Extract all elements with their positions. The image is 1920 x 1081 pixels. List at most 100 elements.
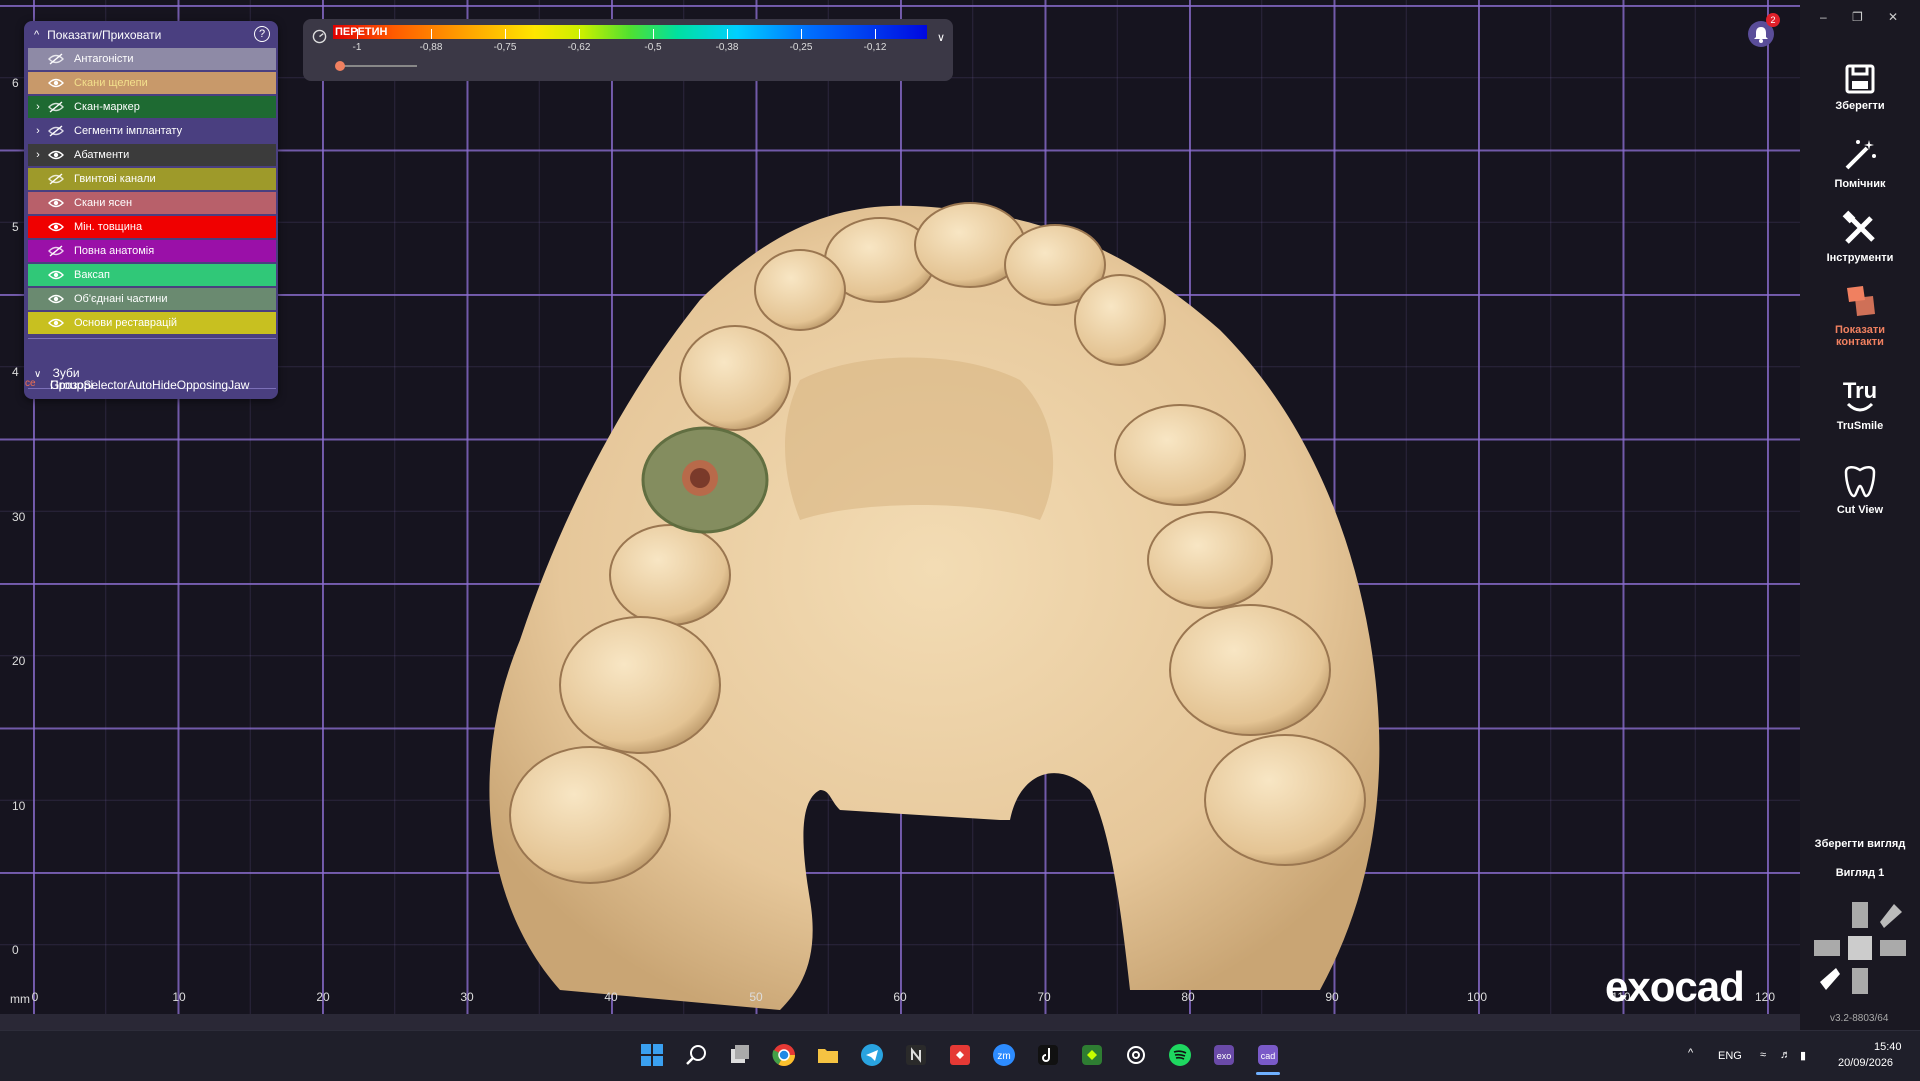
help-icon[interactable]: ? — [254, 26, 270, 42]
eye-off-icon[interactable] — [48, 125, 64, 137]
show-hide-header[interactable]: ^ Показати/Приховати ? — [24, 21, 278, 48]
layer-row[interactable]: Об'єднані частини — [28, 288, 276, 310]
navigation-cube[interactable] — [1810, 898, 1910, 998]
nav-front[interactable] — [1848, 936, 1872, 960]
layer-row[interactable]: Повна анатомія — [28, 240, 276, 262]
svg-text:Tru: Tru — [1843, 378, 1877, 403]
file-explorer-icon[interactable] — [816, 1043, 840, 1067]
chevron-right-icon[interactable]: › — [28, 125, 48, 137]
y-tick: 0 — [12, 943, 19, 957]
chevron-right-icon[interactable]: › — [28, 149, 48, 161]
assistant-button[interactable]: Помічник — [1800, 136, 1920, 190]
tools-button[interactable]: Інструменти — [1800, 210, 1920, 264]
cut-view-label: Cut View — [1836, 504, 1884, 516]
viewport-bottom-strip — [0, 1014, 1800, 1030]
dentalcad-app-icon[interactable]: cad — [1256, 1043, 1280, 1067]
save-button[interactable]: Зберегти — [1800, 62, 1920, 112]
eye-icon[interactable] — [48, 77, 64, 89]
clock-date[interactable]: 20/09/2026 — [1838, 1057, 1893, 1069]
notion-icon[interactable] — [904, 1043, 928, 1067]
layer-row[interactable]: Скани щелепи — [28, 72, 276, 94]
nav-bottom[interactable] — [1852, 968, 1868, 994]
save-view-button[interactable]: Зберегти вигляд — [1800, 838, 1920, 850]
divider — [28, 338, 276, 339]
battery-icon[interactable]: ▮ — [1800, 1049, 1806, 1062]
layer-row[interactable]: Антагоністи — [28, 48, 276, 70]
layer-row[interactable]: › Абатменти — [28, 144, 276, 166]
restore-icon[interactable]: ❐ — [1852, 10, 1863, 24]
chevron-down-icon[interactable]: ∨ — [937, 31, 945, 44]
view-1-button[interactable]: Вигляд 1 — [1800, 867, 1920, 879]
eye-icon[interactable] — [48, 197, 64, 209]
show-hide-title: Показати/Приховати — [47, 27, 162, 42]
search-icon[interactable] — [684, 1043, 708, 1067]
layer-row[interactable]: Скани ясен — [28, 192, 276, 214]
nav-top[interactable] — [1852, 902, 1868, 928]
nav-right[interactable] — [1880, 940, 1906, 956]
gauge-icon[interactable] — [312, 29, 327, 44]
chevron-right-icon[interactable]: › — [28, 101, 48, 113]
show-contacts-button[interactable]: Показати контакти — [1800, 282, 1920, 348]
layer-label: Повна анатомія — [74, 245, 155, 257]
close-icon[interactable]: ✕ — [1888, 10, 1898, 24]
eye-off-icon[interactable] — [48, 245, 64, 257]
chrome-icon[interactable] — [772, 1043, 796, 1067]
chevron-up-icon: ^ — [34, 28, 40, 41]
eye-off-icon[interactable] — [48, 53, 64, 65]
assistant-label: Помічник — [1834, 178, 1886, 190]
cut-view-button[interactable]: Cut View — [1800, 462, 1920, 516]
overlap-prefix: ce — [25, 378, 36, 389]
layer-row[interactable]: Мін. товщина — [28, 216, 276, 238]
telegram-icon[interactable] — [860, 1043, 884, 1067]
intersection-colorbar-panel: ПЕРЕТИН -1 -0,88 -0,75 -0,62 -0,5 -0,38 -0,25 -… — [303, 19, 953, 81]
chatgpt-icon[interactable] — [1124, 1043, 1148, 1067]
layer-row[interactable]: Гвинтові канали — [28, 168, 276, 190]
wifi-icon[interactable]: ≈ — [1760, 1049, 1766, 1061]
eye-icon[interactable] — [48, 293, 64, 305]
eye-off-icon[interactable] — [48, 173, 64, 185]
language-indicator[interactable]: ENG — [1718, 1050, 1742, 1062]
layer-label: Скани ясен — [74, 197, 133, 209]
minimize-icon[interactable]: – — [1820, 10, 1827, 24]
nav-corner-bl[interactable] — [1820, 968, 1840, 990]
colorbar-tick-label: -0,12 — [863, 42, 887, 53]
eye-off-icon[interactable] — [48, 101, 64, 113]
threshold-slider-track[interactable] — [337, 65, 417, 67]
show-hide-panel[interactable]: ^ Показати/Приховати ? Антагоністи Скани … — [24, 21, 278, 399]
nav-left[interactable] — [1814, 940, 1840, 956]
layer-label: Скан-маркер — [74, 101, 140, 113]
exocad-app-icon[interactable]: exo — [1212, 1043, 1236, 1067]
layer-row[interactable]: Ваксап — [28, 264, 276, 286]
trusmile-button[interactable]: Tru TruSmile — [1800, 378, 1920, 432]
app-green-icon[interactable] — [1080, 1043, 1104, 1067]
task-view-icon[interactable] — [728, 1043, 752, 1067]
floppy-icon — [1845, 64, 1875, 94]
tiktok-icon[interactable] — [1036, 1043, 1060, 1067]
tooth-cut-icon — [1844, 466, 1876, 498]
chevron-up-icon[interactable]: ^ — [1688, 1047, 1693, 1059]
windows-start-icon[interactable] — [640, 1043, 664, 1067]
eye-icon[interactable] — [48, 317, 64, 329]
eye-icon[interactable] — [48, 221, 64, 233]
x-tick: 0 — [31, 990, 39, 1004]
colorbar-tick-label: -0,38 — [715, 42, 739, 53]
layer-row[interactable]: › Скан-маркер — [28, 96, 276, 118]
eye-icon[interactable] — [48, 269, 64, 281]
layer-row[interactable]: › Сегменти імплантату — [28, 120, 276, 142]
layer-row[interactable]: Основи реставрацій — [28, 312, 276, 334]
trusmile-icon: Tru — [1843, 378, 1877, 412]
notification-count-badge: 2 — [1766, 13, 1780, 27]
x-axis-ruler: 0 10 20 30 40 50 60 70 80 90 100 110 120 — [0, 990, 1800, 1012]
clock-time[interactable]: 15:40 — [1874, 1041, 1902, 1053]
volume-icon[interactable]: ♬ — [1780, 1049, 1791, 1061]
spotify-icon[interactable] — [1168, 1043, 1192, 1067]
colorbar-tick-label: -0,5 — [644, 42, 662, 53]
contacts-icon — [1847, 286, 1875, 316]
zoom-icon[interactable]: zm — [992, 1043, 1016, 1067]
svg-text:zm: zm — [997, 1051, 1010, 1062]
tooth-17 — [1204, 734, 1366, 866]
nav-corner-tr[interactable] — [1880, 904, 1902, 928]
threshold-slider-handle[interactable] — [335, 61, 345, 71]
eye-icon[interactable] — [48, 149, 64, 161]
anydesk-icon[interactable] — [948, 1043, 972, 1067]
